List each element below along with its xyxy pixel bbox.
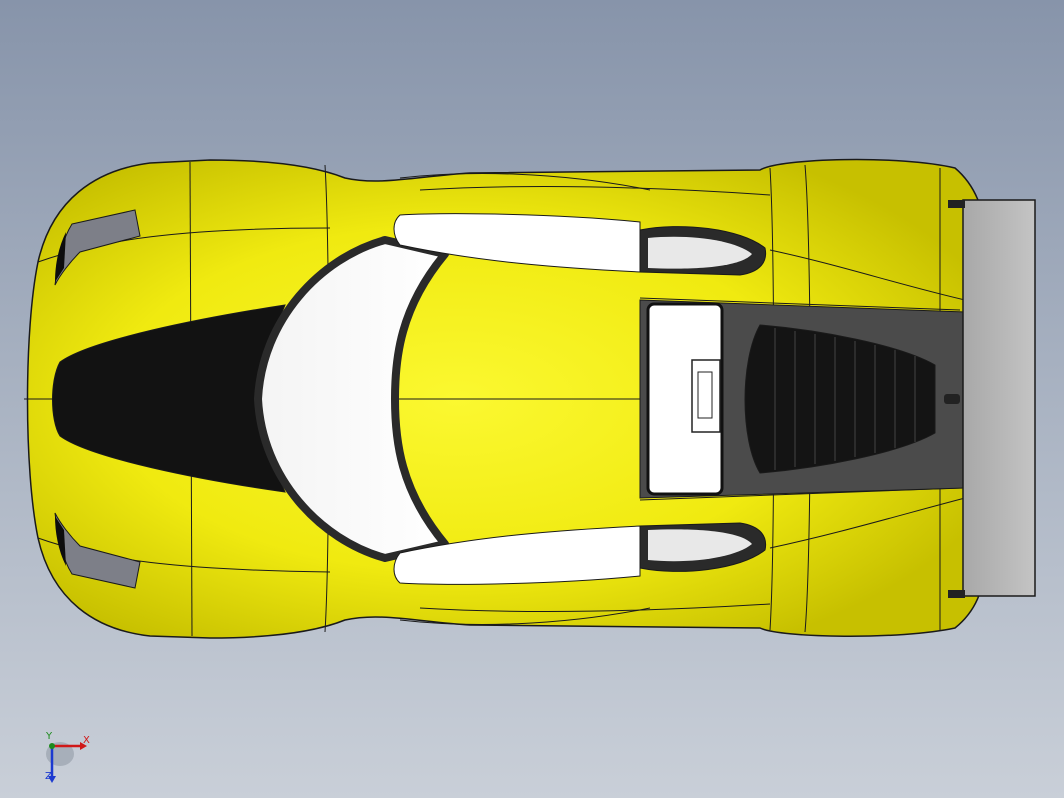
axis-z-label: Z: [45, 771, 52, 782]
axis-x-label: X: [83, 735, 90, 746]
rear-wing: [962, 199, 1036, 597]
model-viewport[interactable]: X Y Z: [0, 0, 1064, 798]
axis-y-label: Y: [46, 731, 53, 742]
coordinate-triad: X Y Z: [40, 732, 100, 784]
rear-window: [646, 302, 724, 496]
car-model-top-view[interactable]: [0, 0, 1064, 798]
